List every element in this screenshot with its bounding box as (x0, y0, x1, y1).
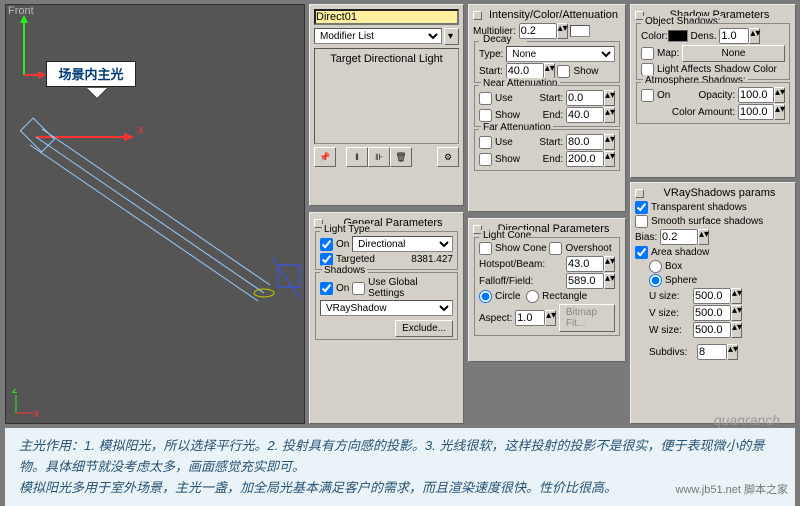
far-use-checkbox[interactable] (479, 136, 492, 149)
shadows-group: Shadows On Use Global Settings VRayShado… (315, 272, 458, 340)
svg-text:x: x (138, 124, 144, 136)
bias-field[interactable] (660, 229, 698, 245)
sphere-radio[interactable] (649, 274, 662, 287)
shadow-params-panel: Shadow Parameters Object Shadows: Color:… (630, 4, 796, 178)
show-cone-checkbox[interactable] (479, 242, 492, 255)
light-type-select[interactable]: Directional (352, 236, 453, 252)
decay-type-select[interactable]: None (506, 46, 615, 62)
shadow-type-select[interactable]: VRayShadow (320, 300, 453, 316)
watermark: quanranch (714, 412, 780, 428)
far-show-checkbox[interactable] (479, 153, 492, 166)
target-distance: 8381.427 (375, 254, 453, 265)
smooth-checkbox[interactable] (635, 215, 648, 228)
show-result-icon[interactable]: ‖ (346, 147, 368, 167)
area-shadow-checkbox[interactable] (635, 246, 648, 259)
near-end-field[interactable] (566, 107, 604, 123)
object-name-field[interactable] (314, 9, 459, 25)
aspect-field[interactable] (515, 310, 545, 326)
spinner-icon[interactable]: ▴▾ (557, 23, 568, 39)
opacity-field[interactable] (738, 87, 774, 103)
decay-group: Decay Type: None Start: ▴▾ Show (474, 41, 620, 83)
shadow-color-swatch[interactable] (668, 30, 688, 42)
color-amount-field[interactable] (738, 104, 774, 120)
object-shadows-group: Object Shadows: Color: Dens. ▴▾ Map: Non… (636, 23, 790, 80)
color-swatch[interactable] (570, 25, 590, 37)
remove-mod-icon[interactable]: 🗑 (390, 147, 412, 167)
u-size-field[interactable] (693, 288, 731, 304)
modifier-stack-list[interactable]: Target Directional Light (314, 48, 459, 144)
modifier-stack-panel: Modifier List▾ Target Directional Light … (309, 4, 464, 206)
annotation-callout: 场景内主光 (46, 61, 136, 87)
unique-icon[interactable]: ⊪ (368, 147, 390, 167)
far-start-field[interactable] (566, 134, 604, 150)
atm-on-checkbox[interactable] (641, 89, 654, 102)
configure-icon[interactable]: ⚙ (437, 147, 459, 167)
panel-title: Intensity/Color/Attenuation (486, 9, 621, 21)
intensity-panel: Intensity/Color/Attenuation Multiplier: … (468, 4, 626, 212)
map-button[interactable]: None (682, 45, 785, 62)
box-radio[interactable] (649, 260, 662, 273)
shadows-on-checkbox[interactable] (320, 282, 333, 295)
subdivs-field[interactable] (697, 344, 727, 360)
viewport-front[interactable]: Front 场景内主光 x zx (5, 4, 305, 424)
decay-start-field[interactable] (506, 63, 544, 79)
site-link: www.jb51.net 脚本之家 (676, 481, 788, 497)
far-atten-group: Far Attenuation UseStart: ▴▾ ShowEnd: ▴▾ (474, 129, 620, 171)
directional-panel: Directional Parameters Light Cone Show C… (468, 218, 626, 362)
panel-title: VRayShadows params (648, 187, 791, 199)
exclude-button[interactable]: Exclude... (395, 320, 453, 337)
transparent-checkbox[interactable] (635, 201, 648, 214)
bitmap-fit-button[interactable]: Bitmap Fit... (559, 304, 615, 332)
multiplier-field[interactable] (519, 23, 557, 39)
svg-text:z: z (12, 389, 18, 396)
axis-gizmo (18, 13, 48, 83)
svg-text:x: x (34, 408, 40, 417)
stack-toolbar: 📌 ‖ ⊪ 🗑 ⚙ (314, 147, 459, 167)
mini-axis-gizmo: zx (12, 389, 40, 417)
density-field[interactable] (719, 28, 749, 44)
modifier-config-button[interactable]: ▾ (444, 28, 459, 45)
atmosphere-shadows-group: Atmosphere Shadows: OnOpacity: ▴▾ Color … (636, 82, 790, 124)
falloff-field[interactable] (566, 273, 604, 289)
near-start-field[interactable] (566, 90, 604, 106)
light-cone-group: Light Cone Show Cone Overshoot Hotspot/B… (474, 237, 620, 336)
use-global-checkbox[interactable] (352, 282, 365, 295)
w-size-field[interactable] (693, 322, 731, 338)
circle-radio[interactable] (479, 290, 492, 303)
vray-shadows-panel: VRayShadows params Transparent shadows S… (630, 182, 796, 424)
map-checkbox[interactable] (641, 47, 654, 60)
near-use-checkbox[interactable] (479, 92, 492, 105)
rectangle-radio[interactable] (526, 290, 539, 303)
v-size-field[interactable] (693, 305, 731, 321)
hotspot-field[interactable] (566, 256, 604, 272)
near-atten-group: Near Attenuation UseStart: ▴▾ ShowEnd: ▴… (474, 85, 620, 127)
stack-entry[interactable]: Target Directional Light (330, 53, 443, 65)
modifier-list-select[interactable]: Modifier List (314, 28, 442, 44)
general-parameters-panel: General Parameters Light Type On Directi… (309, 212, 464, 424)
light-on-checkbox[interactable] (320, 238, 333, 251)
pin-stack-icon[interactable]: 📌 (314, 147, 336, 167)
overshoot-checkbox[interactable] (549, 242, 562, 255)
far-end-field[interactable] (566, 151, 604, 167)
near-show-checkbox[interactable] (479, 109, 492, 122)
decay-show-checkbox[interactable] (557, 65, 570, 78)
